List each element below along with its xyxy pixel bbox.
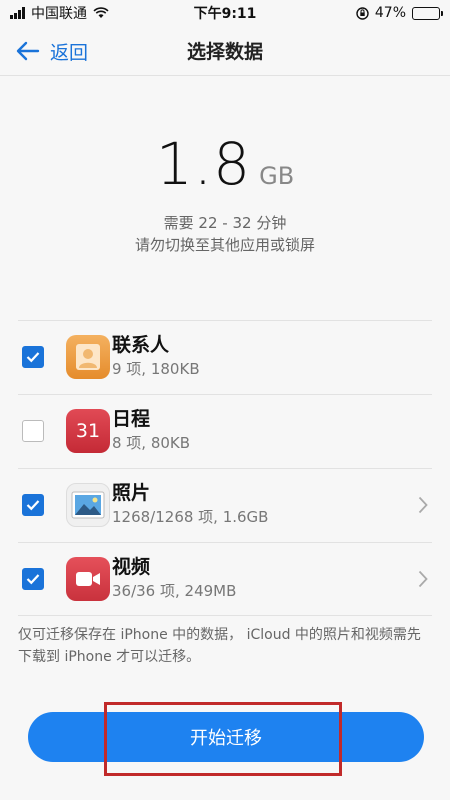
status-bar: 中国联通 下午9:11 47% [0,0,450,26]
check-icon [26,574,40,585]
list-item-calendar[interactable]: 31 日程 8 项, 80KB [0,394,450,468]
carrier-name: 中国联通 [31,6,87,22]
battery-icon [412,6,443,20]
contacts-text: 联系人 9 项, 180KB [112,332,200,380]
duration-text: 需要 22 - 32 分钟 [163,214,287,232]
calendar-icon: 31 [66,409,110,453]
item-subtitle: 36/36 项, 249MB [112,582,237,600]
nav-bar: 返回 选择数据 [0,26,450,76]
contacts-checkbox[interactable] [22,346,44,368]
item-subtitle: 9 项, 180KB [112,360,200,378]
check-icon [26,500,40,511]
data-size: 1.8 GB [0,130,450,198]
size-unit: GB [259,162,295,190]
item-title: 日程 [112,408,151,430]
wifi-icon [93,7,109,18]
status-time: 下午9:11 [193,6,257,22]
video-icon [66,557,110,601]
photos-text: 照片 1268/1268 项, 1.6GB [112,480,268,528]
back-label: 返回 [50,41,89,64]
item-title: 照片 [112,482,151,504]
item-title: 视频 [112,556,151,578]
list-item-videos[interactable]: 视频 36/36 项, 249MB [0,542,450,616]
rotation-lock-icon [356,6,369,20]
page-title: 选择数据 [186,41,263,63]
item-title: 联系人 [112,334,170,356]
list-item-contacts[interactable]: 联系人 9 项, 180KB [0,320,450,394]
list-item-photos[interactable]: 照片 1268/1268 项, 1.6GB [0,468,450,542]
battery-percent: 47% [374,5,406,21]
status-right: 47% [356,5,443,21]
signal-icon [10,7,25,19]
contacts-icon [66,335,110,379]
back-button[interactable]: 返回 [16,26,88,76]
photos-checkbox[interactable] [22,494,44,516]
videos-text: 视频 36/36 项, 249MB [112,554,236,602]
calendar-text: 日程 8 项, 80KB [112,406,190,454]
migration-note: 仅可迁移保存在 iPhone 中的数据， iCloud 中的照片和视频需先下载到… [18,627,421,665]
chevron-right-icon[interactable] [418,496,428,514]
arrow-left-icon [16,41,40,61]
status-left: 中国联通 [10,3,109,23]
chevron-right-icon[interactable] [418,570,428,588]
transfer-info: 需要 22 - 32 分钟 请勿切换至其他应用或锁屏 [0,212,450,256]
photos-icon [66,483,110,527]
check-icon [26,352,40,363]
data-list: 联系人 9 项, 180KB 31 日程 8 项, 80KB 照片 1268/1… [0,320,450,616]
start-migration-button[interactable]: 开始迁移 [28,712,424,762]
warning-text: 请勿切换至其他应用或锁屏 [134,236,315,254]
item-subtitle: 8 项, 80KB [112,434,191,452]
size-value: 1.8 [155,130,252,198]
videos-checkbox[interactable] [22,568,44,590]
calendar-day: 31 [75,420,101,442]
item-subtitle: 1268/1268 项, 1.6GB [112,508,269,526]
calendar-checkbox[interactable] [22,420,44,442]
